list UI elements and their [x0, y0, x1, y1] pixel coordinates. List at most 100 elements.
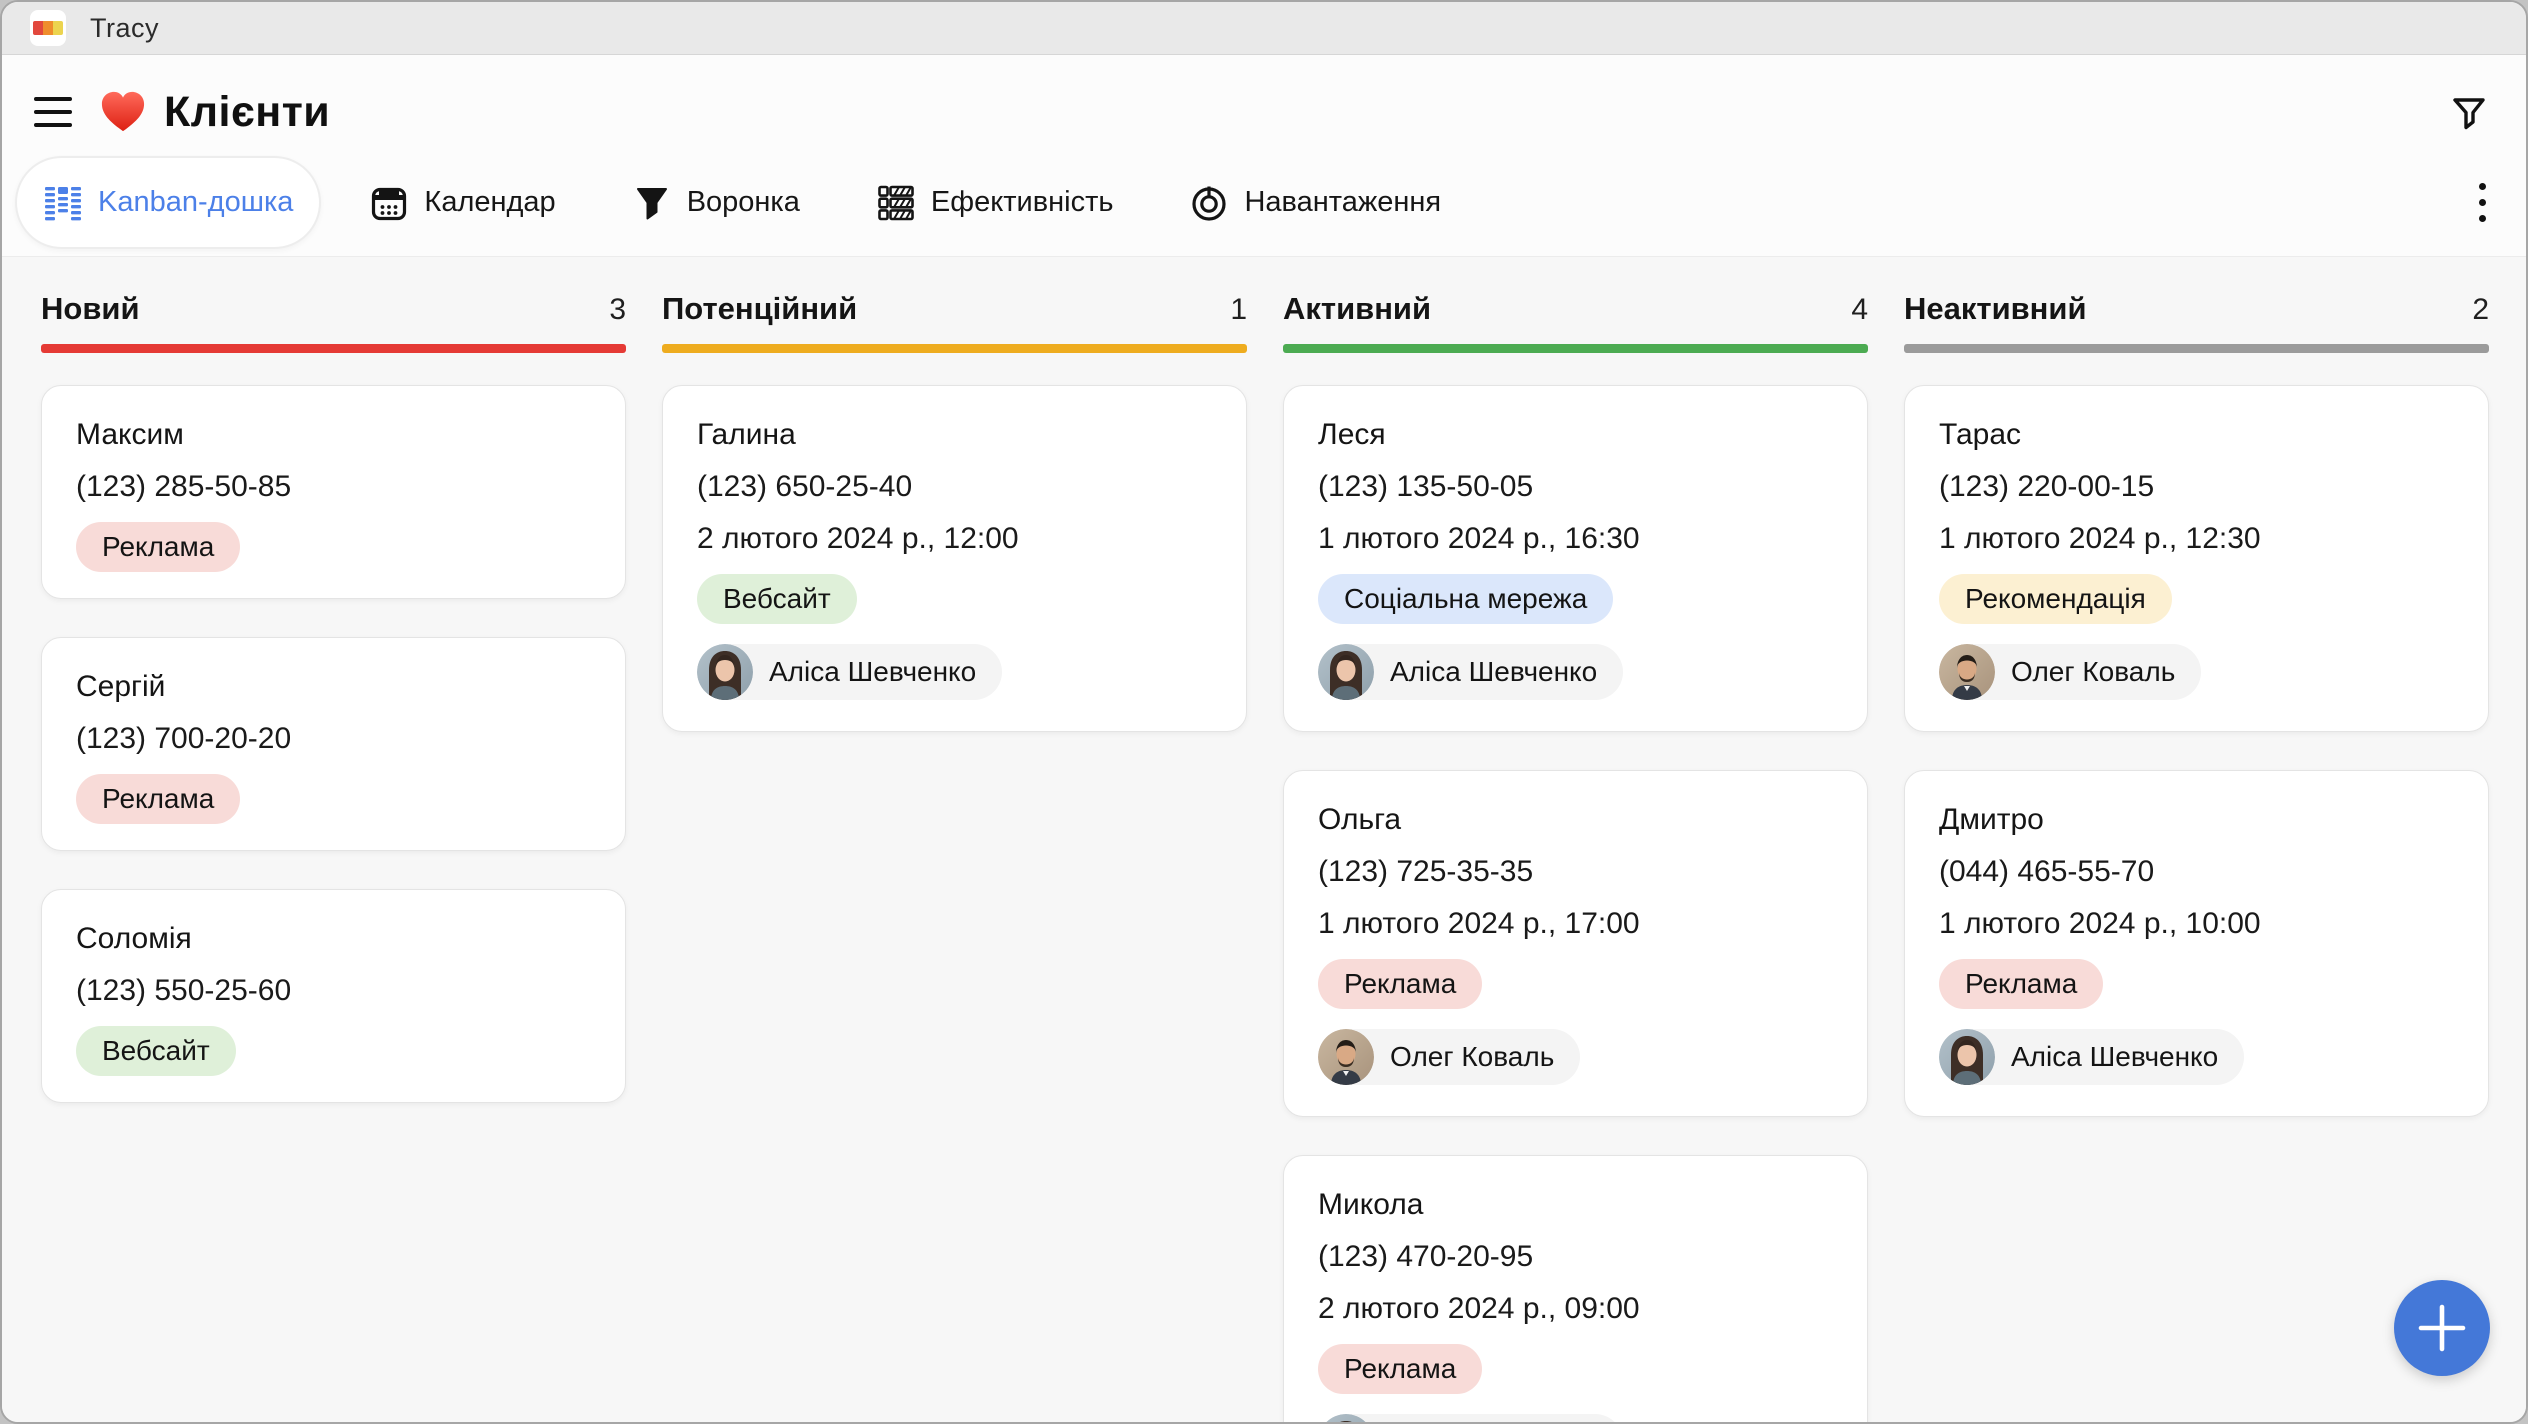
client-phone: (123) 650-25-40 [697, 470, 1212, 504]
kanban-column: Активний 4 Леся (123) 135-50-05 1 лютого 202… [1283, 291, 1868, 1422]
source-tag: Реклама [1318, 959, 1482, 1009]
tab-Навантаження[interactable]: Навантаження [1161, 156, 1469, 249]
app-title: Tracy [90, 13, 159, 44]
client-datetime: 1 лютого 2024 р., 12:30 [1939, 522, 2454, 556]
app-window: Tracy Клієнти Kanban-дошка [0, 0, 2528, 1424]
tab-label: Навантаження [1244, 186, 1441, 219]
tab-label: Календар [424, 186, 555, 219]
kanban-column: Потенційний1 Галина (123) 650-25-40 2 лютог… [662, 291, 1247, 1422]
source-tag: Рекомендація [1939, 574, 2172, 624]
column-header: Неактивний 2 [1904, 291, 2489, 327]
view-tabs: Kanban-дошка Календар Воронка Ефективніс… [15, 156, 2496, 249]
column-color-bar [41, 344, 626, 353]
assignee-name: Аліса Шевченко [769, 656, 976, 688]
hamburger-menu-icon[interactable] [34, 97, 72, 127]
assignee-chip: Олег Коваль [1318, 1029, 1580, 1085]
client-phone: (123) 135-50-05 [1318, 470, 1833, 504]
client-card[interactable]: Дмитро (044) 465-55-70 1 лютого 2024 р., 1… [1904, 770, 2489, 1117]
tab-Ефективність[interactable]: Ефективність [848, 156, 1142, 249]
filter-icon[interactable] [2448, 91, 2490, 133]
source-tag: Соціальна мережа [1318, 574, 1613, 624]
client-phone: (044) 465-55-70 [1939, 855, 2454, 889]
tab-label: Воронка [687, 186, 800, 219]
client-phone: (123) 700-20-20 [76, 722, 591, 756]
assignee-chip: Олег Коваль [1939, 644, 2201, 700]
client-phone: (123) 550-25-60 [76, 974, 591, 1008]
workload-icon [1189, 183, 1229, 223]
client-card[interactable]: Максим(123) 285-50-85Реклама [41, 385, 626, 599]
column-color-bar [1283, 344, 1868, 353]
column-header: Потенційний1 [662, 291, 1247, 327]
header-section: Клієнти Kanban-дошка Календар Воронка [2, 81, 2526, 282]
source-tag: Реклама [76, 774, 240, 824]
column-header: Новий 3 [41, 291, 626, 327]
assignee-name: Аліса Шевченко [1390, 656, 1597, 688]
column-title: Активний [1283, 291, 1431, 327]
client-phone: (123) 220-00-15 [1939, 470, 2454, 504]
kebab-menu-icon[interactable] [2469, 177, 2496, 228]
source-tag: Вебсайт [76, 1026, 236, 1076]
client-datetime: 1 лютого 2024 р., 10:00 [1939, 907, 2454, 941]
assignee-chip: Аліса Шевченко [697, 644, 1002, 700]
client-datetime: 2 лютого 2024 р., 12:00 [697, 522, 1212, 556]
column-count: 2 [2472, 293, 2489, 327]
calendar-icon [369, 183, 409, 223]
assignee-chip: Аліса Шевченко [1318, 644, 1623, 700]
woman-avatar [697, 644, 753, 700]
title-bar: Tracy [2, 2, 2526, 55]
tab-Календар[interactable]: Календар [341, 156, 583, 249]
tab-Воронка[interactable]: Воронка [604, 156, 828, 249]
client-name: Максим [76, 418, 591, 452]
column-color-bar [662, 344, 1247, 353]
kanban-column: Неактивний 2 Тарас (123) 220-00-15 1 лютого … [1904, 291, 2489, 1422]
add-client-button[interactable] [2394, 1280, 2490, 1376]
client-card[interactable]: Ольга (123) 725-35-35 1 лютого 2024 р., 17… [1283, 770, 1868, 1117]
column-count: 4 [1851, 293, 1868, 327]
tab-label: Ефективність [931, 186, 1114, 219]
client-card[interactable]: Соломія (123) 550-25-60 Вебсайт [41, 889, 626, 1103]
assignee-chip: Аліса Шевченко [1318, 1414, 1623, 1422]
client-card[interactable]: Микола(123) 470-20-952 лютого 2024 р., 0… [1283, 1155, 1868, 1422]
client-name: Соломія [76, 922, 591, 956]
client-phone: (123) 285-50-85 [76, 470, 591, 504]
man-avatar [1318, 1029, 1374, 1085]
funnel-icon [632, 183, 672, 223]
column-header: Активний 4 [1283, 291, 1868, 327]
assignee-name: Олег Коваль [1390, 1041, 1554, 1073]
client-datetime: 1 лютого 2024 р., 17:00 [1318, 907, 1833, 941]
source-tag: Вебсайт [697, 574, 857, 624]
kanban-board-icon [43, 183, 83, 223]
column-title: Новий [41, 291, 140, 327]
woman-avatar [1318, 1414, 1374, 1422]
column-title: Неактивний [1904, 291, 2087, 327]
client-name: Дмитро [1939, 803, 2454, 837]
tab-label: Kanban-дошка [98, 186, 293, 219]
woman-avatar [1318, 644, 1374, 700]
client-card[interactable]: Леся (123) 135-50-05 1 лютого 2024 р., 16:… [1283, 385, 1868, 732]
client-phone: (123) 470-20-95 [1318, 1240, 1833, 1274]
page-header: Клієнти [34, 81, 2490, 143]
client-name: Ольга [1318, 803, 1833, 837]
plus-icon [2417, 1303, 2467, 1353]
client-name: Галина [697, 418, 1212, 452]
client-card[interactable]: Тарас (123) 220-00-15 1 лютого 2024 р., 12… [1904, 385, 2489, 732]
tab-Kanban-дошка[interactable]: Kanban-дошка [15, 156, 321, 249]
source-tag: Реклама [1939, 959, 2103, 1009]
client-card[interactable]: Галина (123) 650-25-40 2 лютого 2024 р., 1… [662, 385, 1247, 732]
efficiency-icon [876, 183, 916, 223]
woman-avatar [1939, 1029, 1995, 1085]
assignee-name: Олег Коваль [2011, 656, 2175, 688]
client-name: Тарас [1939, 418, 2454, 452]
column-count: 1 [1230, 293, 1247, 327]
client-phone: (123) 725-35-35 [1318, 855, 1833, 889]
man-avatar [1939, 644, 1995, 700]
client-card[interactable]: Сергій(123) 700-20-20Реклама [41, 637, 626, 851]
client-name: Леся [1318, 418, 1833, 452]
kanban-column: Новий3Максим(123) 285-50-85РекламаСергій… [41, 291, 626, 1422]
heart-icon [100, 90, 146, 134]
assignee-chip: Аліса Шевченко [1939, 1029, 2244, 1085]
column-count: 3 [609, 293, 626, 327]
source-tag: Реклама [1318, 1344, 1482, 1394]
assignee-name: Аліса Шевченко [2011, 1041, 2218, 1073]
client-datetime: 1 лютого 2024 р., 16:30 [1318, 522, 1833, 556]
